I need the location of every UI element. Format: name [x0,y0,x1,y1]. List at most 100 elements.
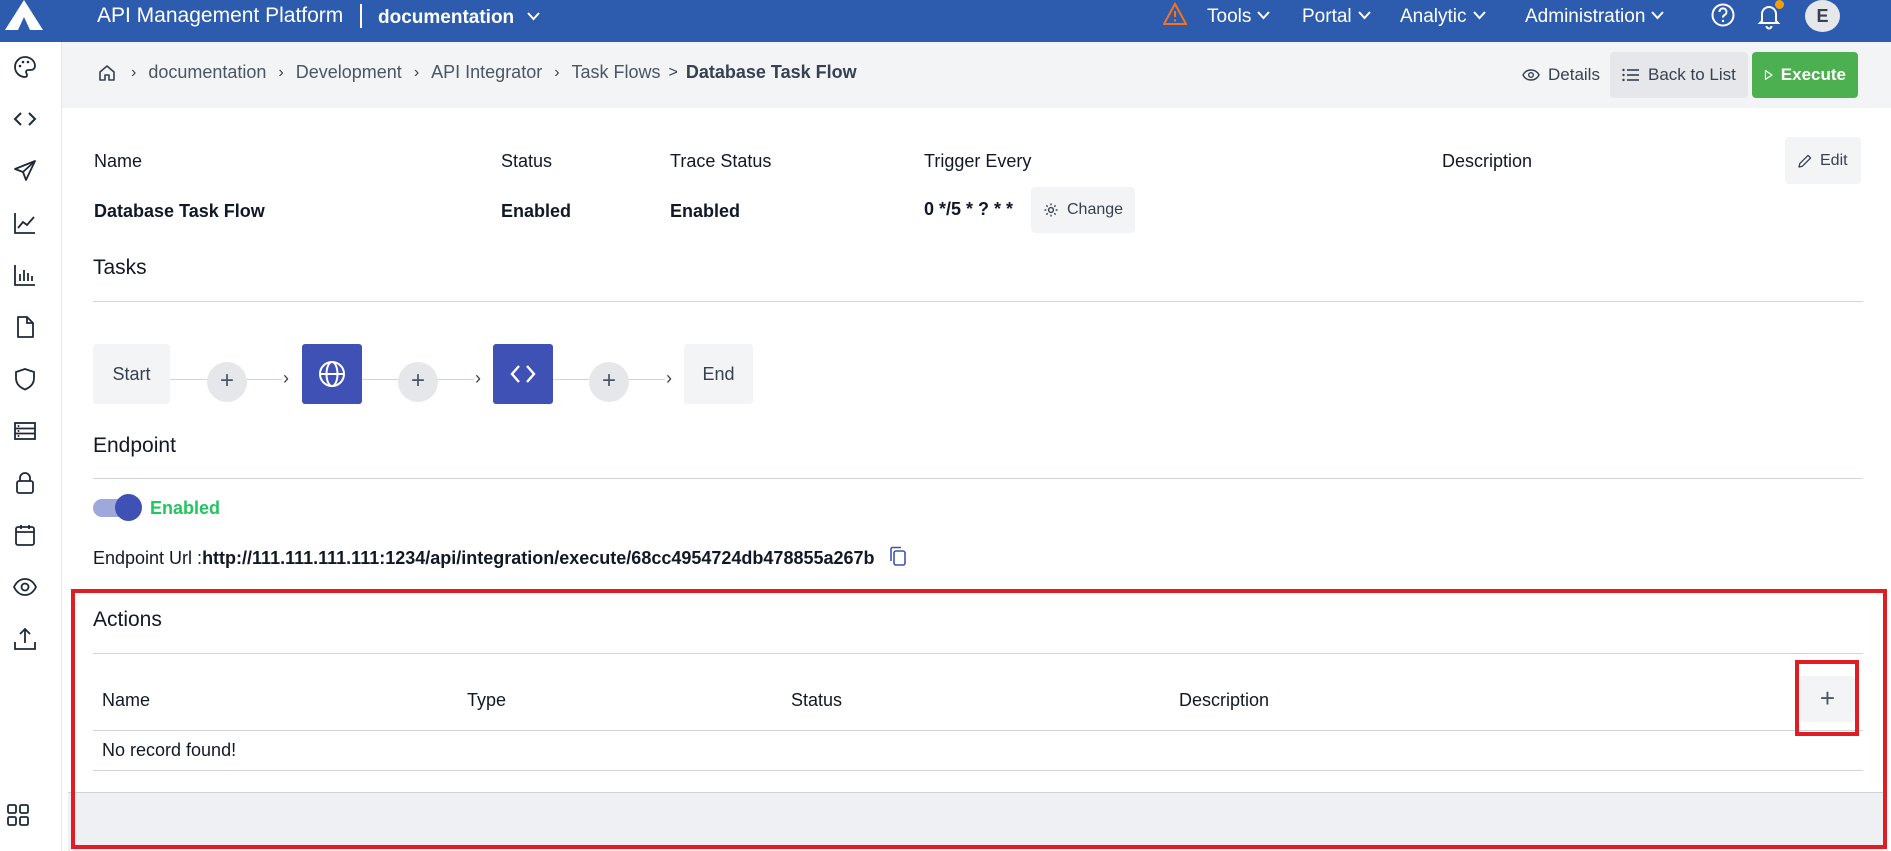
chevron-right-icon: › [475,368,481,388]
code-icon[interactable] [12,106,38,132]
copy-icon[interactable] [888,546,908,568]
breadcrumb-item[interactable]: Development [296,62,402,83]
page-header: › documentation › Development › API Inte… [62,42,1891,108]
breadcrumb: › documentation › Development › API Inte… [97,62,857,83]
add-task-button[interactable]: + [589,362,629,402]
execute-label: Execute [1780,65,1846,84]
notification-badge [1775,0,1784,9]
workspace-label: documentation [378,7,515,28]
chevron-right-icon: › [413,63,420,81]
column-header-type: Type [467,690,507,710]
nav-administration[interactable]: Administration [1525,3,1665,29]
breadcrumb-current: Database Task Flow [685,62,857,82]
breadcrumb-item[interactable]: documentation [148,62,266,83]
flow-start: Start [93,344,170,404]
table-header-divider [93,730,1863,731]
tasks-title: Tasks [93,256,147,279]
list-icon [1622,68,1639,82]
shield-icon[interactable] [12,366,38,392]
nav-analytic-label: Analytic [1400,6,1467,27]
add-task-button[interactable]: + [207,362,247,402]
actions-title: Actions [93,608,162,631]
trigger-every-label: Trigger Every [924,151,1032,171]
toggle-knob [115,494,142,521]
upload-icon[interactable] [12,626,38,652]
nav-tools[interactable]: Tools [1207,3,1271,29]
description-label: Description [1442,151,1533,171]
endpoint-enabled-label: Enabled [150,498,221,518]
trending-up-icon[interactable] [12,210,38,236]
endpoint-toggle[interactable] [93,494,142,521]
send-icon[interactable] [12,158,38,184]
pencil-icon [1798,154,1812,168]
breadcrumb-item[interactable]: API Integrator [431,62,542,83]
table-footer [68,792,1883,851]
actions-divider [93,653,1863,654]
status-label: Status [501,151,553,171]
nav-administration-label: Administration [1525,6,1646,27]
sidebar [0,42,62,851]
table-row-divider [93,770,1863,771]
edit-label: Edit [1820,151,1848,169]
details-button[interactable]: Details [1510,52,1612,98]
title-separator [360,4,362,28]
trigger-every-value: 0 */5 * ? * * [924,199,1014,219]
chevron-right-icon: › [278,63,284,81]
globe-icon [319,361,345,387]
chevron-right-icon: › [283,368,289,388]
lock-icon[interactable] [12,470,38,496]
code-icon [510,365,536,383]
chevron-down-icon [1651,3,1665,27]
endpoint-url-label: Endpoint Url : [93,548,203,568]
add-task-button[interactable]: + [398,362,438,402]
chevron-down-icon [1472,3,1486,27]
endpoint-divider [93,478,1863,479]
empty-state-text: No record found! [102,740,237,760]
edit-button[interactable]: Edit [1785,137,1861,184]
warning-icon[interactable] [1162,1,1188,26]
flow-end: End [684,344,753,404]
endpoint-title: Endpoint [93,434,176,457]
trace-status-label: Trace Status [670,151,772,171]
script-task-node[interactable] [493,344,553,404]
column-header-status: Status [791,690,843,710]
chevron-right-icon: › [666,368,672,388]
server-icon[interactable] [12,418,38,444]
workspace-selector[interactable]: documentation [378,4,541,30]
chevron-right-icon: › [554,63,560,81]
eye-icon[interactable] [12,574,38,600]
endpoint-url-value: http://111.111.111.111:1234/api/integrat… [202,548,875,568]
logo-icon[interactable] [0,0,48,42]
chevron-right-icon: › [131,63,137,81]
file-icon[interactable] [12,314,38,340]
add-action-button[interactable]: + [1800,676,1855,722]
execute-button[interactable]: Execute [1752,52,1858,98]
nav-portal-label: Portal [1302,6,1352,27]
home-icon[interactable] [97,63,117,83]
endpoint-url-row: Endpoint Url :http://111.111.111.111:123… [93,548,875,569]
status-value: Enabled [501,201,572,221]
palette-icon[interactable] [12,54,38,80]
nav-tools-label: Tools [1207,6,1252,27]
avatar[interactable]: E [1805,0,1840,32]
nav-portal[interactable]: Portal [1302,3,1371,29]
column-header-description: Description [1179,690,1270,710]
app-title[interactable]: API Management Platform [97,3,343,29]
change-trigger-button[interactable]: Change [1031,187,1135,233]
tasks-divider [93,301,1863,302]
help-icon[interactable] [1710,2,1736,28]
eye-icon [1522,69,1540,81]
back-to-list-button[interactable]: Back to List [1610,52,1748,98]
chevron-down-icon [1357,3,1371,27]
http-task-node[interactable] [302,344,362,404]
gear-icon [1044,203,1058,217]
breadcrumb-item[interactable]: Task Flows [572,62,661,83]
name-value: Database Task Flow [94,201,265,221]
name-label: Name [94,151,143,171]
apps-grid-icon[interactable] [5,802,31,828]
change-label: Change [1067,201,1124,218]
bar-chart-icon[interactable] [12,262,38,288]
nav-analytic[interactable]: Analytic [1400,3,1486,29]
trace-status-value: Enabled [670,201,741,221]
calendar-icon[interactable] [12,522,38,548]
